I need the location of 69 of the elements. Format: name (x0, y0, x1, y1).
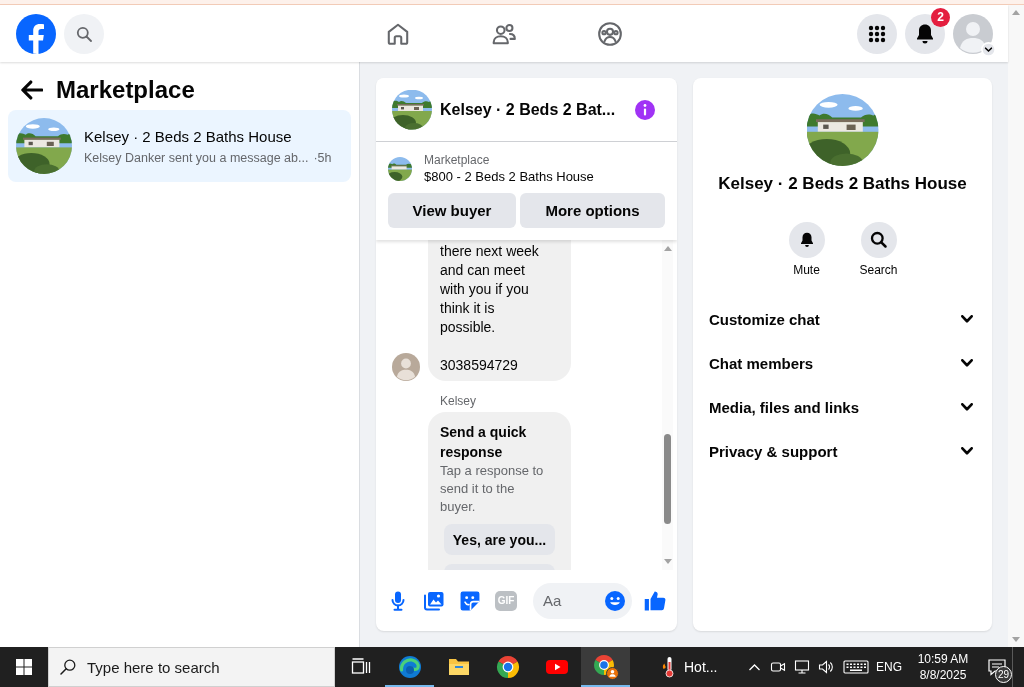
browser-profile-icon (592, 654, 619, 680)
logo-icon[interactable] (16, 13, 56, 54)
notification-badge: 2 (931, 7, 950, 27)
sticker-icon (460, 590, 480, 611)
search-in-chat-button[interactable]: Search (846, 222, 911, 278)
speaker-icon (818, 659, 834, 675)
scrollbar-thumb[interactable] (664, 434, 671, 524)
sidebar-title: Marketplace (56, 75, 195, 105)
section-row[interactable]: Privacy & support (701, 429, 984, 473)
quick-reply-option[interactable]: Yes, are you... (444, 524, 555, 555)
details-title: Kelsey · 2 Beds 2 Baths House (718, 173, 967, 195)
section-row[interactable]: Media, files and links (701, 385, 984, 429)
search-icon (76, 25, 92, 42)
mute-button[interactable]: Mute (774, 222, 839, 278)
message-time: ·5h (313, 149, 332, 166)
listing-category: Marketplace (424, 152, 490, 168)
info-icon (635, 99, 655, 120)
clock-button[interactable]: 10:59 AM 8/8/2025 (904, 647, 982, 687)
house-photo (392, 89, 432, 130)
monitor-icon (794, 659, 810, 675)
listing-title: $800 - 2 Beds 2 Baths House (424, 168, 594, 186)
profile-avatar (953, 13, 993, 54)
house-photo (388, 157, 412, 181)
more-options-button[interactable]: More options (520, 193, 665, 228)
notification-count: 29 (994, 666, 1012, 683)
message-bubble: there next week and can meet with you if you think it is possible. 3038594729 (428, 240, 571, 381)
message-preview: Kelsey Danker sent you a message ab... (84, 149, 309, 166)
view-buyer-button[interactable]: View buyer (388, 193, 516, 228)
sender-avatar (392, 353, 420, 381)
notifications-button[interactable] (905, 13, 945, 54)
thumbs-up-icon (644, 590, 666, 611)
taskbar-app-button[interactable] (581, 647, 630, 687)
back-arrow-icon (21, 80, 43, 100)
swirl-logo-icon (397, 655, 422, 679)
chat-title: Kelsey · 2 Beds 2 Bat... (440, 100, 616, 119)
search-icon (860, 222, 897, 258)
info-button[interactable] (635, 99, 655, 120)
group-icon (597, 20, 623, 47)
chevron-up-icon (748, 663, 760, 671)
windows-logo-icon (16, 659, 32, 675)
video-camera-icon (770, 659, 786, 675)
bell-icon (788, 222, 825, 258)
speech-bubble-icon (987, 657, 1007, 677)
conversation-title: Kelsey · 2 Beds 2 Baths House (84, 126, 292, 146)
task-view-icon (350, 657, 371, 677)
taskbar-search-field[interactable]: Type here to search (48, 647, 335, 687)
house-photo (16, 118, 72, 174)
language-button[interactable]: ENG (874, 647, 904, 687)
message-field[interactable]: Aa (533, 582, 632, 619)
sender-name: Kelsey (440, 393, 477, 409)
photo-icon (424, 590, 444, 611)
weather-button[interactable]: Hot... (656, 647, 724, 687)
section-row[interactable]: Chat members (701, 341, 984, 385)
quick-response-title: Send a quick response (440, 423, 528, 462)
keyboard-icon (843, 659, 869, 675)
thermometer-icon (662, 656, 674, 678)
browser-logo-icon (495, 655, 520, 679)
search-icon (60, 659, 76, 675)
back-button[interactable] (21, 80, 43, 100)
quick-response-hint: Tap a response to send it to the buyer. (440, 462, 545, 516)
bell-icon (915, 23, 935, 44)
chat-scrollbar[interactable] (662, 240, 673, 570)
grid-icon (868, 24, 886, 43)
search-button[interactable] (64, 13, 104, 54)
notification-center-button[interactable]: 29 (982, 647, 1012, 687)
smiley-icon[interactable] (605, 590, 625, 611)
section-row[interactable]: Customize chat (701, 297, 984, 341)
menu-button[interactable] (857, 13, 897, 54)
conversation-item[interactable]: Kelsey · 2 Beds 2 Baths House Kelsey Danker sent you a message ab... ·5h (8, 110, 351, 182)
